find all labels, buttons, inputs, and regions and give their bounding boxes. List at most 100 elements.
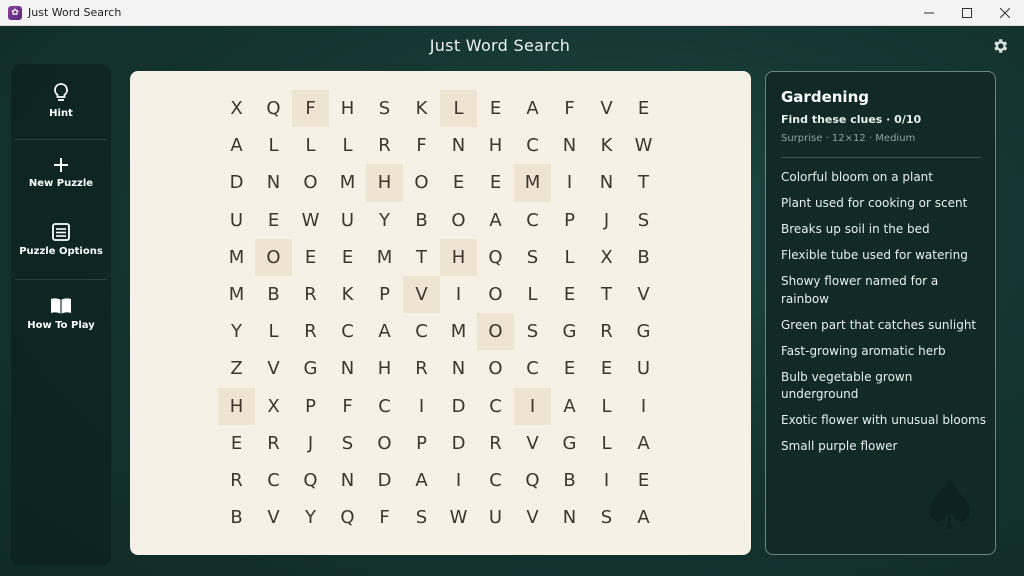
letter-cell[interactable]: E (292, 239, 329, 276)
letter-cell[interactable]: R (218, 462, 255, 499)
letter-cell[interactable]: C (477, 388, 514, 425)
letter-cell[interactable]: A (477, 202, 514, 239)
letter-cell[interactable]: C (403, 313, 440, 350)
letter-cell[interactable]: H (366, 350, 403, 387)
letter-cell[interactable]: S (329, 425, 366, 462)
letter-cell[interactable]: O (255, 238, 292, 276)
letter-cell[interactable]: H (440, 238, 477, 276)
letter-cell[interactable]: P (292, 388, 329, 425)
letter-cell[interactable]: D (440, 388, 477, 425)
letter-cell[interactable]: V (514, 499, 551, 536)
letter-cell[interactable]: G (551, 313, 588, 350)
letter-cell[interactable]: A (551, 388, 588, 425)
letter-cell[interactable]: S (403, 499, 440, 536)
letter-cell[interactable]: Q (292, 462, 329, 499)
letter-cell[interactable]: W (440, 499, 477, 536)
letter-cell[interactable]: T (588, 276, 625, 313)
letter-cell[interactable]: O (292, 164, 329, 201)
letter-cell[interactable]: E (440, 164, 477, 201)
letter-cell[interactable]: L (255, 127, 292, 164)
letter-cell[interactable]: C (514, 202, 551, 239)
letter-cell[interactable]: G (292, 350, 329, 387)
letter-cell[interactable]: D (440, 425, 477, 462)
letter-cell[interactable]: R (403, 350, 440, 387)
letter-cell[interactable]: P (551, 202, 588, 239)
letter-cell[interactable]: G (625, 313, 662, 350)
letter-cell[interactable]: X (588, 239, 625, 276)
letter-cell[interactable]: M (218, 239, 255, 276)
letter-cell[interactable]: L (329, 127, 366, 164)
letter-cell[interactable]: F (551, 90, 588, 127)
letter-cell[interactable]: Y (366, 202, 403, 239)
close-button[interactable] (986, 0, 1024, 25)
letter-cell[interactable]: A (366, 313, 403, 350)
letter-cell[interactable]: B (625, 239, 662, 276)
letter-cell[interactable]: N (551, 127, 588, 164)
sidebar-item-hint[interactable]: Hint (11, 82, 111, 119)
letter-cell[interactable]: I (625, 388, 662, 425)
letter-cell[interactable]: S (514, 313, 551, 350)
letter-cell[interactable]: D (218, 164, 255, 201)
letter-cell[interactable]: C (366, 388, 403, 425)
letter-cell[interactable]: M (440, 313, 477, 350)
minimize-button[interactable] (910, 0, 948, 25)
letter-cell[interactable]: V (588, 90, 625, 127)
letter-cell[interactable]: E (625, 90, 662, 127)
letter-cell[interactable]: R (292, 276, 329, 313)
letter-cell[interactable]: F (329, 388, 366, 425)
letter-cell[interactable]: M (218, 276, 255, 313)
letter-cell[interactable]: H (329, 90, 366, 127)
letter-cell[interactable]: B (255, 276, 292, 313)
letter-cell[interactable]: G (551, 425, 588, 462)
letter-cell[interactable]: N (329, 462, 366, 499)
sidebar-item-how-to-play[interactable]: How To Play (11, 296, 111, 331)
letter-cell[interactable]: N (255, 164, 292, 201)
letter-cell[interactable]: C (255, 462, 292, 499)
letter-cell[interactable]: L (588, 388, 625, 425)
letter-cell[interactable]: O (477, 276, 514, 313)
letter-cell[interactable]: C (477, 462, 514, 499)
letter-cell[interactable]: I (551, 164, 588, 201)
letter-cell[interactable]: M (329, 164, 366, 201)
letter-cell[interactable]: R (477, 425, 514, 462)
letter-cell[interactable]: A (514, 90, 551, 127)
letter-cell[interactable]: O (477, 350, 514, 387)
letter-cell[interactable]: O (366, 425, 403, 462)
letter-cell[interactable]: M (514, 164, 551, 202)
letter-cell[interactable]: E (329, 239, 366, 276)
letter-cell[interactable]: E (551, 350, 588, 387)
letter-cell[interactable]: K (329, 276, 366, 313)
letter-cell[interactable]: E (551, 276, 588, 313)
letter-cell[interactable]: M (366, 239, 403, 276)
letter-cell[interactable]: R (366, 127, 403, 164)
letter-cell[interactable]: C (514, 350, 551, 387)
letter-cell[interactable]: U (625, 350, 662, 387)
letter-cell[interactable]: B (403, 202, 440, 239)
letter-cell[interactable]: L (440, 90, 477, 128)
maximize-button[interactable] (948, 0, 986, 25)
letter-cell[interactable]: N (440, 127, 477, 164)
letter-cell[interactable]: Z (218, 350, 255, 387)
letter-cell[interactable]: Q (329, 499, 366, 536)
letter-cell[interactable]: S (625, 202, 662, 239)
letter-cell[interactable]: L (551, 239, 588, 276)
letter-cell[interactable]: H (218, 387, 255, 425)
letter-cell[interactable]: D (366, 462, 403, 499)
letter-cell[interactable]: F (403, 127, 440, 164)
letter-cell[interactable]: O (477, 313, 514, 351)
letter-cell[interactable]: U (329, 202, 366, 239)
letter-cell[interactable]: V (255, 499, 292, 536)
letter-cell[interactable]: U (218, 202, 255, 239)
letter-cell[interactable]: V (255, 350, 292, 387)
letter-cell[interactable]: I (403, 388, 440, 425)
letter-cell[interactable]: S (514, 239, 551, 276)
sidebar-item-puzzle-options[interactable]: Puzzle Options (11, 222, 111, 257)
letter-cell[interactable]: J (588, 202, 625, 239)
letter-cell[interactable]: L (255, 313, 292, 350)
letter-cell[interactable]: A (625, 499, 662, 536)
letter-cell[interactable]: Q (255, 90, 292, 127)
letter-cell[interactable]: I (440, 462, 477, 499)
letter-cell[interactable]: V (514, 425, 551, 462)
letter-cell[interactable]: O (403, 164, 440, 201)
letter-cell[interactable]: O (440, 202, 477, 239)
